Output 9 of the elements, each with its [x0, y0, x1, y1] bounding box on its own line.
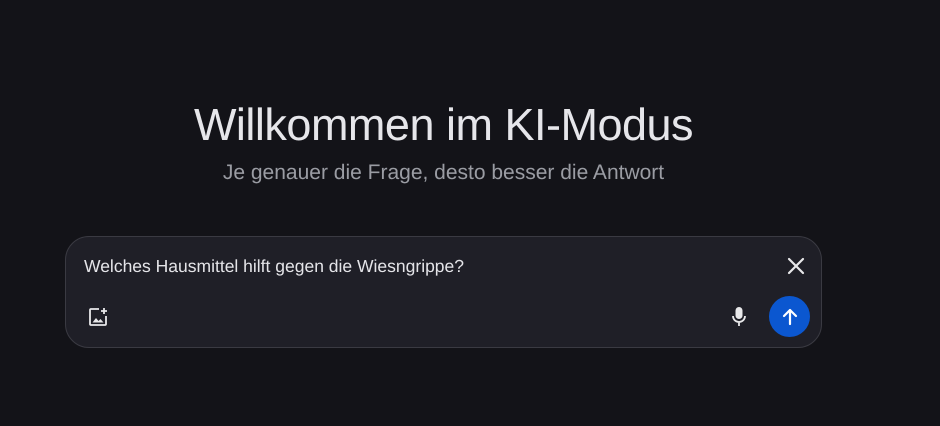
- close-icon: [787, 257, 805, 275]
- welcome-heading: Willkommen im KI-Modus: [194, 98, 694, 152]
- send-button[interactable]: [769, 296, 810, 337]
- query-input[interactable]: Welches Hausmittel hilft gegen die Wiesngrippe?: [84, 249, 772, 283]
- image-plus-icon: [88, 306, 108, 326]
- arrow-up-icon: [780, 308, 798, 326]
- microphone-icon: [731, 306, 747, 328]
- search-field[interactable]: Welches Hausmittel hilft gegen die Wiesngrippe?: [65, 236, 822, 348]
- subtitle: Je genauer die Frage, desto besser die Antwort: [222, 160, 664, 186]
